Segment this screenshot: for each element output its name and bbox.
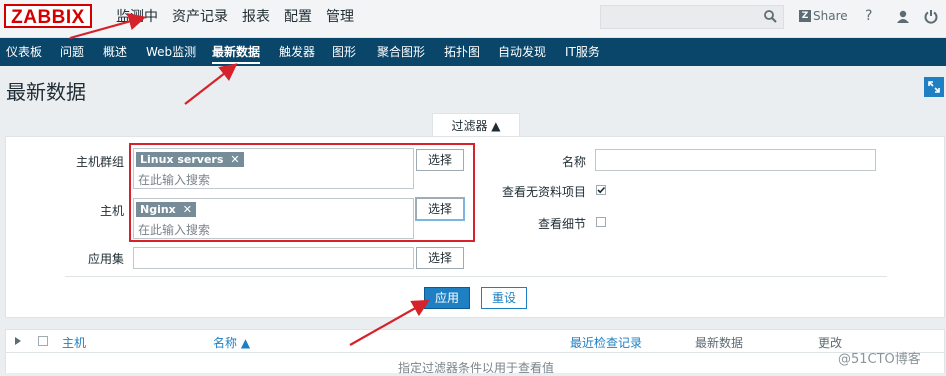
annotation-arrows [69, 13, 430, 346]
annotation-arrow-apply [349, 299, 430, 346]
annotation-arrow-latest-data [184, 63, 238, 105]
annotation-arrow-monitoring [69, 13, 147, 40]
